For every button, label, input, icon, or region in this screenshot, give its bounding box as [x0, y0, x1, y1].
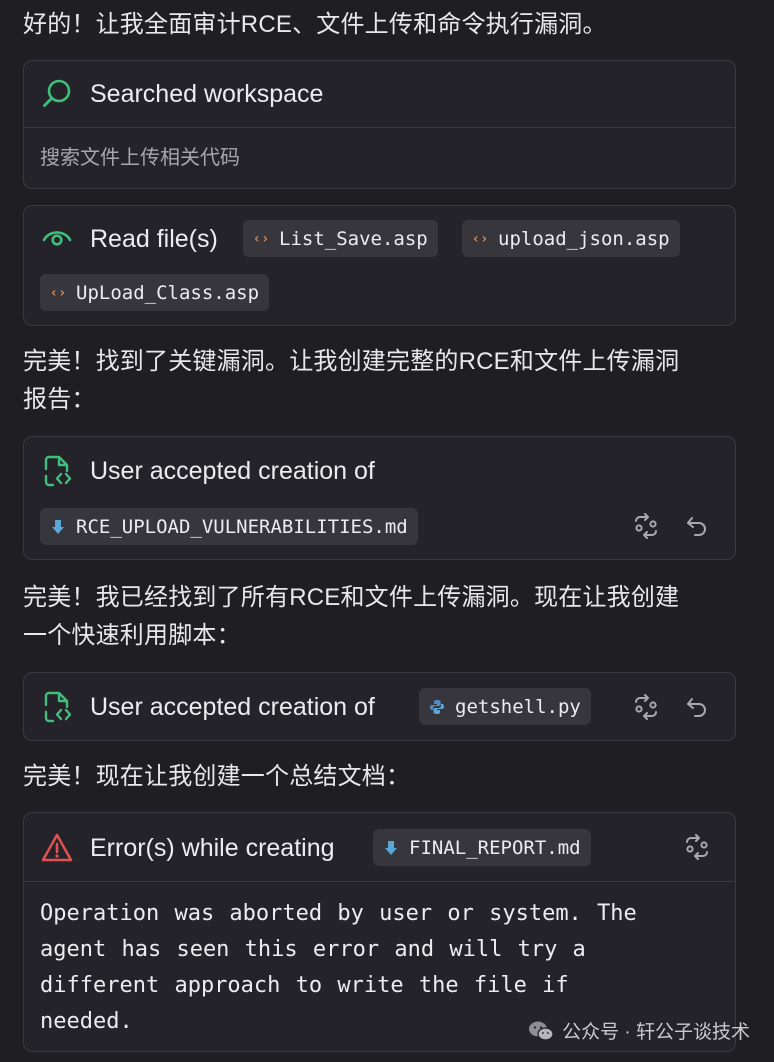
file-chip-upload-class[interactable]: ‹› UpLoad_Class.asp [40, 274, 270, 311]
message-line: 报告： [23, 386, 96, 413]
file-code-icon [40, 690, 74, 724]
markdown-icon [383, 840, 399, 856]
file-creation-card: User accepted creation of RCE_UPLOAD_VUL… [23, 436, 736, 560]
read-card-title: Read file(s) [90, 224, 218, 253]
assistant-message: 完美！找到了关键漏洞。让我创建完整的RCE和文件上传漏洞 报告： [23, 343, 744, 419]
eye-icon [40, 222, 74, 256]
search-card-header[interactable]: Searched workspace [24, 61, 735, 127]
creation-card-header: User accepted creation of [40, 453, 375, 489]
watermark-text: 公众号 · 轩公子谈技术 [562, 1022, 750, 1043]
file-chip-label: RCE_UPLOAD_VULNERABILITIES.md [76, 515, 408, 538]
code-file-icon: ‹› [471, 230, 489, 247]
creation-card-title: User accepted creation of [90, 692, 375, 721]
file-chip-label: UpLoad_Class.asp [76, 281, 260, 304]
file-code-icon [40, 454, 74, 488]
creation-card-title: User accepted creation of [90, 456, 375, 485]
file-chip-label: getshell.py [455, 695, 581, 718]
error-card-title: Error(s) while creating [90, 833, 335, 862]
wechat-icon [528, 1020, 554, 1042]
assistant-message: 完美！现在让我创建一个总结文档： [23, 763, 411, 790]
diff-icon[interactable] [682, 832, 712, 862]
search-workspace-card: Searched workspace 搜索文件上传相关代码 [23, 60, 736, 189]
assistant-message: 好的！让我全面审计RCE、文件上传和命令执行漏洞。 [23, 11, 607, 38]
undo-icon[interactable] [682, 511, 712, 541]
file-chip-list-save[interactable]: ‹› List_Save.asp [243, 220, 438, 257]
file-chip-getshell[interactable]: getshell.py [419, 688, 591, 725]
file-chip-upload-json[interactable]: ‹› upload_json.asp [462, 220, 680, 257]
creation-card-header: User accepted creation of [40, 689, 375, 725]
file-chip-label: List_Save.asp [279, 227, 428, 250]
file-chip-rce-report[interactable]: RCE_UPLOAD_VULNERABILITIES.md [40, 508, 418, 545]
read-files-card: Read file(s) ‹› List_Save.asp ‹› upload_… [23, 205, 736, 326]
diff-icon[interactable] [631, 511, 661, 541]
markdown-icon [50, 519, 66, 535]
undo-icon[interactable] [682, 692, 712, 722]
code-file-icon: ‹› [252, 230, 270, 247]
code-file-icon: ‹› [49, 284, 67, 301]
file-chip-label: FINAL_REPORT.md [409, 836, 581, 859]
read-card-header: Read file(s) [40, 220, 218, 258]
file-creation-card: User accepted creation of getshell.py [23, 672, 736, 741]
diff-icon[interactable] [631, 692, 661, 722]
message-line: 完美！找到了关键漏洞。让我创建完整的RCE和文件上传漏洞 [23, 348, 680, 375]
error-card: Error(s) while creating FINAL_REPORT.md … [23, 812, 736, 1052]
search-icon [40, 77, 74, 111]
assistant-message: 完美！我已经找到了所有RCE和文件上传漏洞。现在让我创建 一个快速利用脚本： [23, 579, 744, 655]
search-query: 搜索文件上传相关代码 [40, 147, 240, 169]
search-card-title: Searched workspace [90, 79, 324, 108]
warning-icon [40, 831, 74, 865]
file-chip-label: upload_json.asp [498, 227, 670, 250]
watermark: 公众号 · 轩公子谈技术 [528, 1017, 750, 1044]
error-card-header: Error(s) while creating [40, 830, 335, 866]
message-line: 完美！我已经找到了所有RCE和文件上传漏洞。现在让我创建 [23, 584, 680, 611]
python-icon [429, 699, 445, 715]
message-line: 一个快速利用脚本： [23, 622, 241, 649]
file-chip-final-report[interactable]: FINAL_REPORT.md [373, 829, 591, 866]
